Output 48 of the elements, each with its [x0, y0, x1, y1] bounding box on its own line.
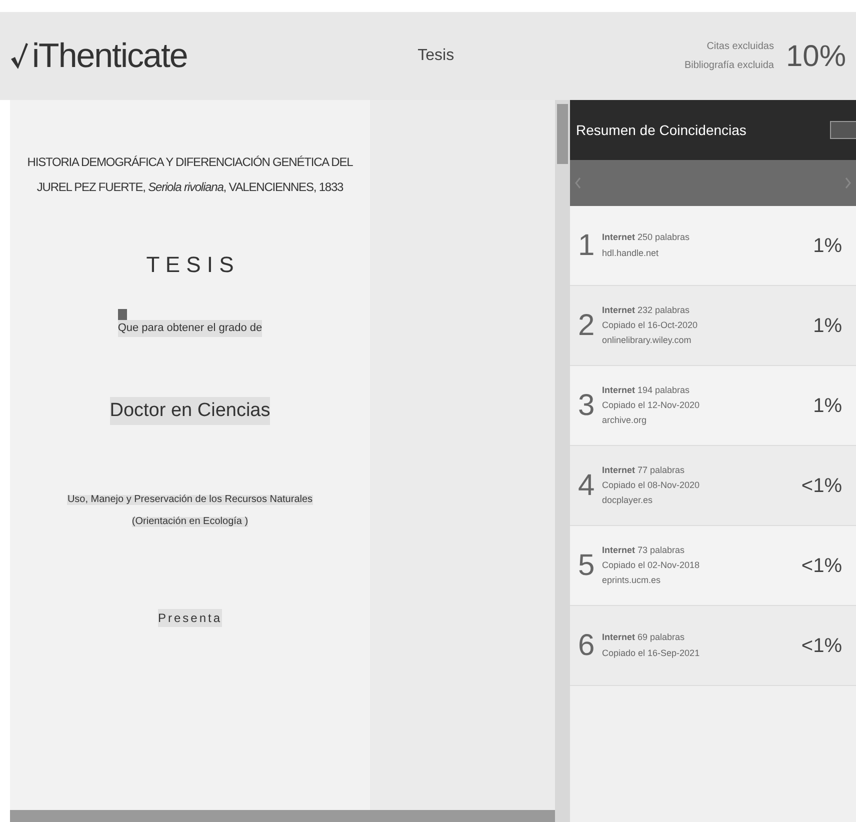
match-number: 2: [578, 308, 596, 344]
match-percent: <1%: [801, 474, 842, 498]
match-percent: 1%: [813, 314, 842, 338]
match-detail: hdl.handle.net: [602, 246, 660, 260]
document-text: Presenta: [158, 609, 222, 628]
match-detail: docplayer.es: [602, 494, 654, 508]
match-source: Internet 232 palabras: [602, 304, 691, 317]
match-percent: <1%: [801, 554, 842, 578]
logo: iThenticate: [32, 36, 188, 76]
match-detail: Copiado el 08-Nov-2020: [602, 478, 701, 492]
match-source: Internet 194 palabras: [602, 384, 691, 397]
match-source: Internet 69 palabras: [602, 631, 686, 644]
match-detail: Copiado el 02-Nov-2018: [602, 558, 701, 572]
document-text: T E S I S: [146, 251, 234, 280]
match-source: Internet 250 palabras: [602, 231, 691, 244]
match-detail: Copiado el 12-Nov-2020: [602, 398, 701, 412]
checkmark-icon: [10, 42, 28, 70]
vertical-scrollbar[interactable]: [555, 100, 570, 822]
match-source: Internet 73 palabras: [602, 544, 686, 557]
horizontal-scrollbar[interactable]: [10, 810, 555, 822]
document-title: Tesis: [418, 47, 454, 64]
match-percent: 1%: [813, 394, 842, 418]
document-text: HISTORIA DEMOGRÁFICA Y DIFERENCIACIÓN GENÉTICA DEL JUREL PEZ FUERTE, Seriola rivoliana, VALENCIENNES, 1833: [26, 154, 354, 196]
match-detail: eprints.ucm.es: [602, 574, 662, 588]
match-percent: 1%: [813, 234, 842, 258]
document-text: Que para obtener el grado de: [118, 320, 262, 337]
match-number: 5: [578, 548, 596, 584]
view-toggle-icon[interactable]: [830, 121, 856, 139]
match-number: 1: [578, 228, 596, 264]
filter-label: Citas excluidas: [706, 40, 774, 54]
panel-title: Resumen de Coincidencias: [576, 120, 748, 140]
next-icon[interactable]: [844, 177, 852, 189]
match-number: 6: [578, 628, 596, 664]
document-text: (Orientación en Ecología ): [132, 517, 248, 528]
match-number: 4: [578, 468, 596, 504]
filter-label: Bibliografía excluida: [684, 59, 774, 73]
match-source: Internet 77 palabras: [602, 464, 686, 477]
match-detail: archive.org: [602, 414, 648, 428]
similarity-score: 10%: [786, 38, 846, 74]
match-detail: Copiado el 16-Oct-2020: [602, 318, 699, 332]
match-percent: <1%: [801, 634, 842, 658]
document-text: Doctor en Ciencias: [110, 396, 270, 426]
match-number: 3: [578, 388, 596, 424]
document-text: Uso, Manejo y Preservación de los Recursos Naturales: [67, 495, 313, 506]
marker-icon: [118, 309, 127, 320]
match-detail: Copiado el 16-Sep-2021: [602, 646, 701, 660]
match-detail: onlinelibrary.wiley.com: [602, 334, 692, 348]
previous-icon[interactable]: [574, 177, 582, 189]
